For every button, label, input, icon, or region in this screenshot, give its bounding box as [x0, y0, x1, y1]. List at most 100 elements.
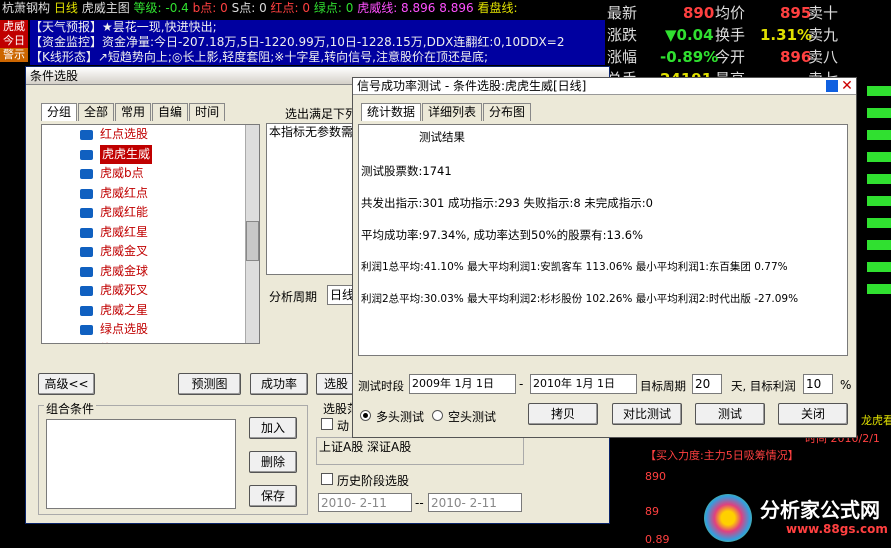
quote-label: 均价 — [715, 4, 746, 22]
tree-item[interactable]: 能量 — [42, 340, 259, 344]
quote-row: 涨跌 ▼0.04 换手 1.31% 卖九 — [605, 24, 891, 46]
green-point: 绿点: 0 — [313, 1, 354, 15]
percent-label: % — [840, 378, 852, 392]
tree-item[interactable]: 虎威死叉 — [42, 281, 259, 301]
tab-common[interactable]: 常用 — [115, 103, 152, 121]
tree-item[interactable]: 虎威之星 — [42, 301, 259, 321]
quote-value: -0.89% — [660, 48, 719, 66]
period-label: 分析周期 — [269, 290, 318, 304]
end-date-text: 2010年 1月 1日 — [533, 377, 615, 390]
test-button[interactable]: 测试 — [695, 403, 765, 425]
preview-button[interactable]: 预测图 — [178, 373, 241, 395]
save-button[interactable]: 保存 — [249, 485, 297, 507]
tab-detail-list[interactable]: 详细列表 — [422, 103, 483, 121]
left-tag-1: 虎威 — [0, 20, 28, 34]
quote-label: 换手 — [715, 26, 746, 44]
target-profit-value: 10 — [806, 377, 822, 391]
copy-button[interactable]: 拷贝 — [528, 403, 598, 425]
left-tag-3: 警示 — [0, 48, 28, 62]
end-date-field[interactable]: 2010年 1月 1日 — [530, 374, 637, 394]
scrollbar-thumb[interactable] — [246, 221, 259, 261]
result-line: 共发出指示:301 成功指示:293 失败指示:8 未完成指示:0 — [361, 196, 653, 210]
long-test-label: 多头测试 — [376, 410, 425, 424]
quote-value: 895 — [780, 4, 812, 22]
tab-statistics[interactable]: 统计数据 — [361, 103, 422, 121]
quote-label: 涨跌 — [607, 26, 638, 44]
b-point: b点: 0 — [192, 1, 228, 15]
tree-item[interactable]: 红点选股 — [42, 125, 259, 145]
tiger-line: 虎威线: 8.896 — [357, 1, 436, 15]
market-box[interactable]: 上证A股 深证A股 — [316, 437, 524, 465]
level-value: 等级: -0.4 — [133, 1, 189, 15]
tab-group[interactable]: 分组 — [41, 103, 78, 121]
target-period-input[interactable]: 20 — [692, 374, 722, 394]
tiger-line-2: 8.896 — [439, 1, 474, 15]
quote-label: 今开 — [715, 48, 746, 66]
test-dialog-title: 信号成功率测试 - 条件选股:虎虎生威[日线] — [357, 79, 587, 93]
tree-item[interactable]: 虎威金叉 — [42, 242, 259, 262]
add-button[interactable]: 加入 — [249, 417, 297, 439]
indicator-name: 虎威主图 — [81, 1, 130, 15]
quote-label: 卖八 — [808, 48, 839, 66]
start-date-field[interactable]: 2009年 1月 1日 — [409, 374, 516, 394]
target-profit-label: 天, 目标利润 — [731, 379, 796, 393]
success-rate-button[interactable]: 成功率 — [250, 373, 308, 395]
s-point: S点: 0 — [231, 1, 267, 15]
tab-all[interactable]: 全部 — [78, 103, 115, 121]
history-start-date[interactable]: 2010- 2-11 — [318, 493, 412, 512]
tab-custom[interactable]: 自编 — [152, 103, 189, 121]
select-stock-button[interactable]: 选股 — [316, 373, 356, 395]
close-icon[interactable]: ✕ — [840, 78, 854, 94]
start-date-text: 2009年 1月 1日 — [412, 377, 494, 390]
minimize-icon[interactable] — [826, 80, 838, 92]
condition-tree[interactable]: 红点选股 虎虎生威 虎威b点 虎威红点 虎威红能 虎威红星 虎威金叉 虎威金球 … — [41, 124, 260, 344]
short-test-radio[interactable] — [432, 410, 443, 421]
close-button[interactable]: 关闭 — [778, 403, 848, 425]
volume-bars — [867, 86, 891, 446]
tree-item[interactable]: 虎威金球 — [42, 262, 259, 282]
tree-item[interactable]: 绿点选股 — [42, 320, 259, 340]
test-results-area: 测试结果 测试股票数:1741 共发出指示:301 成功指示:293 失败指示:… — [358, 124, 848, 356]
quote-value: 896 — [780, 48, 812, 66]
result-line: 利润2总平均:30.03% 最大平均利润2:杉杉股份 102.26% 最小平均利… — [361, 293, 799, 305]
short-test-label: 空头测试 — [448, 410, 497, 424]
stock-name: 杭萧钢构 — [2, 1, 51, 15]
info-panel: 【天气预报】★昙花一现,快进快出; 【资金监控】资金净量:今日-207.18万,… — [30, 20, 605, 65]
binoculars-icon — [80, 266, 93, 277]
tree-item[interactable]: 虎威红星 — [42, 223, 259, 243]
history-checkbox[interactable] — [321, 473, 333, 485]
advanced-button[interactable]: 高级<< — [38, 373, 95, 395]
target-period-value: 20 — [695, 377, 711, 391]
combo-list[interactable] — [46, 419, 236, 509]
tab-distribution[interactable]: 分布图 — [483, 103, 532, 121]
tree-item[interactable]: 虎威红能 — [42, 203, 259, 223]
history-end-date[interactable]: 2010- 2-11 — [428, 493, 522, 512]
tab-time[interactable]: 时间 — [189, 103, 226, 121]
target-profit-input[interactable]: 10 — [803, 374, 833, 394]
flower-logo-icon — [704, 494, 752, 542]
watch-line: 看盘线: — [477, 1, 518, 15]
period-label: 日线 — [53, 1, 78, 15]
red-point: 红点: 0 — [270, 1, 311, 15]
tree-item[interactable]: 虎威b点 — [42, 164, 259, 184]
tree-item[interactable]: 虎威红点 — [42, 184, 259, 204]
binoculars-icon — [80, 188, 93, 199]
tree-item-selected[interactable]: 虎虎生威 — [42, 144, 259, 164]
result-title: 测试结果 — [419, 130, 465, 144]
quote-label: 卖十 — [808, 4, 839, 22]
binoculars-icon — [80, 325, 93, 335]
long-test-radio[interactable] — [360, 410, 371, 421]
compare-test-button[interactable]: 对比测试 — [612, 403, 682, 425]
binoculars-icon — [80, 169, 93, 179]
result-line: 利润1总平均:41.10% 最大平均利润1:安凯客车 113.06% 最小平均利… — [361, 261, 788, 273]
result-line: 测试股票数:1741 — [361, 164, 452, 178]
tree-scrollbar[interactable] — [245, 125, 259, 343]
delete-button[interactable]: 删除 — [249, 451, 297, 473]
dynamic-checkbox[interactable] — [321, 418, 333, 430]
select-label: 选出满足下列 — [285, 107, 358, 121]
quote-label: 涨幅 — [607, 48, 638, 66]
test-dialog-titlebar: 信号成功率测试 - 条件选股:虎虎生威[日线] — [353, 78, 856, 95]
date-end-text: 2010- 2-11 — [431, 496, 497, 510]
date-separator: -- — [415, 496, 424, 510]
market-text: 上证A股 深证A股 — [319, 440, 412, 454]
